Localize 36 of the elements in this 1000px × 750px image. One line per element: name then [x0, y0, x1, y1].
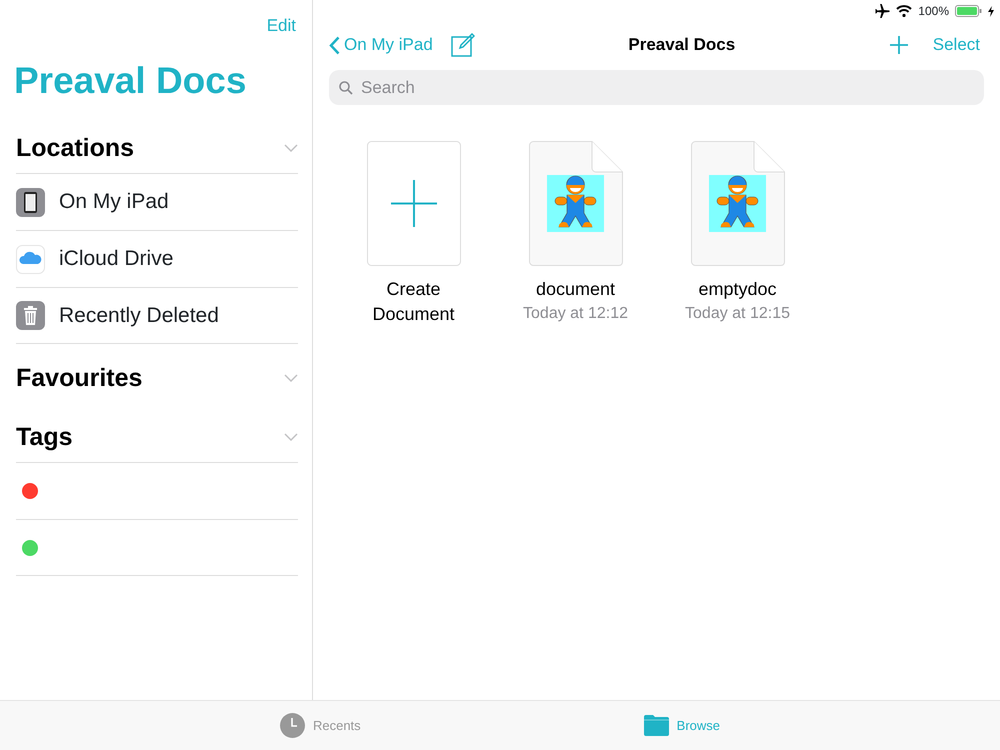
chevron-left-icon [329, 36, 340, 54]
airplane-icon [875, 4, 890, 18]
file-name[interactable]: Create Document [367, 277, 460, 327]
battery-percentage: 100% [918, 3, 949, 20]
trash-icon [16, 301, 45, 330]
search-icon [339, 80, 353, 94]
clock-icon [280, 713, 305, 738]
wifi-icon [896, 5, 912, 17]
compose-icon[interactable] [450, 33, 475, 57]
location-item[interactable]: iCloud Drive [59, 243, 174, 275]
chevron-down-icon[interactable] [284, 374, 298, 382]
cloud-icon [16, 244, 45, 274]
tag-dot-icon[interactable] [22, 540, 38, 556]
file-date: Today at 12:12 [523, 304, 628, 324]
location-item[interactable]: On My iPad [59, 186, 169, 218]
section-heading: Favourites [16, 362, 142, 392]
section-heading: Tags [16, 422, 72, 452]
chevron-down-icon[interactable] [284, 144, 298, 152]
battery-icon [955, 5, 982, 17]
nav-title: Preaval Docs [627, 34, 736, 56]
tag-dot-icon[interactable] [22, 483, 38, 499]
section-heading: Locations [16, 132, 134, 162]
tablet-icon [16, 188, 45, 216]
plus-icon[interactable] [888, 35, 909, 55]
create-document-tile[interactable] [366, 141, 460, 267]
search-field[interactable]: Search [359, 74, 974, 102]
search-bar[interactable]: Search [329, 70, 984, 105]
file-name[interactable]: emptydoc [698, 277, 777, 302]
document-thumbnail[interactable] [690, 141, 784, 267]
chevron-down-icon[interactable] [284, 432, 298, 440]
file-date: Today at 12:15 [685, 304, 790, 324]
folder-icon [644, 715, 669, 736]
document-thumbnail[interactable] [528, 141, 622, 267]
file-name[interactable]: document [536, 277, 616, 302]
location-item[interactable]: Recently Deleted [59, 300, 219, 332]
sidebar-title: Preaval Docs [14, 58, 248, 102]
